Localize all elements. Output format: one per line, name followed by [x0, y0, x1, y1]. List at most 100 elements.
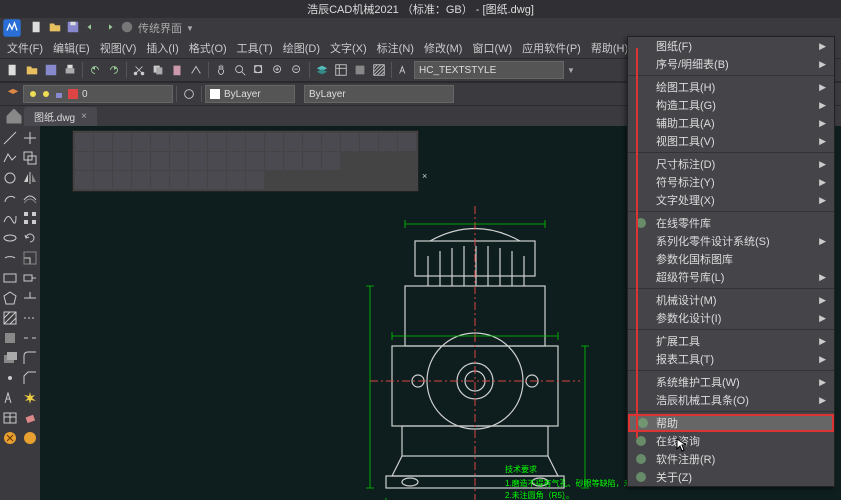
menu-3[interactable]: 插入(I) [141, 38, 183, 58]
ft-btn[interactable] [170, 171, 188, 189]
extend-icon[interactable] [22, 310, 38, 326]
trim-icon[interactable] [22, 290, 38, 306]
ft-btn[interactable] [265, 133, 283, 151]
offset-icon[interactable] [22, 190, 38, 206]
zoom-win-icon[interactable] [250, 61, 268, 79]
menu-item[interactable]: 参数化国标图库 [628, 250, 834, 268]
dropdown-icon[interactable]: ▼ [567, 66, 575, 75]
ft-btn[interactable] [170, 152, 188, 170]
ellipse-icon[interactable] [2, 230, 18, 246]
ft-btn[interactable] [246, 133, 264, 151]
menu-item[interactable]: 浩辰机械工具条(O)▶ [628, 391, 834, 409]
undo-icon[interactable] [84, 20, 98, 37]
ft-btn[interactable] [170, 133, 188, 151]
fillet-icon[interactable] [22, 350, 38, 366]
layer-combo[interactable]: 0 [23, 85, 173, 103]
ft-btn[interactable] [94, 133, 112, 151]
polygon-icon[interactable] [2, 290, 18, 306]
ft-btn[interactable] [284, 133, 302, 151]
ft-btn[interactable] [75, 152, 93, 170]
copy-icon[interactable] [22, 150, 38, 166]
text-icon[interactable] [2, 390, 18, 406]
open-icon[interactable] [48, 20, 62, 37]
ft-btn[interactable] [227, 133, 245, 151]
ft-btn[interactable] [189, 133, 207, 151]
menu-7[interactable]: 文字(X) [325, 38, 372, 58]
menu-4[interactable]: 格式(O) [184, 38, 232, 58]
home-icon[interactable] [4, 106, 24, 126]
ft-btn[interactable] [132, 171, 150, 189]
circle-icon[interactable] [2, 170, 18, 186]
save-icon[interactable] [66, 20, 80, 37]
ft-btn[interactable] [265, 152, 283, 170]
ft-btn[interactable] [360, 133, 378, 151]
ft-btn[interactable] [322, 152, 340, 170]
menu-item[interactable]: 超级符号库(L)▶ [628, 268, 834, 286]
line-icon[interactable] [2, 130, 18, 146]
menu-item[interactable]: 软件注册(R) [628, 450, 834, 468]
open-icon[interactable] [23, 61, 41, 79]
menu-item[interactable]: 绘图工具(H)▶ [628, 78, 834, 96]
menu-1[interactable]: 编辑(E) [48, 38, 95, 58]
ft-btn[interactable] [94, 171, 112, 189]
menu-item[interactable]: 符号标注(Y)▶ [628, 173, 834, 191]
polyline-icon[interactable] [2, 150, 18, 166]
array-icon[interactable] [22, 210, 38, 226]
stretch-icon[interactable] [22, 270, 38, 286]
menu-item[interactable]: 辅助工具(A)▶ [628, 114, 834, 132]
ft-btn[interactable] [113, 152, 131, 170]
menu-item[interactable]: 帮助 [628, 414, 834, 432]
explode-icon[interactable] [22, 390, 38, 406]
menu-item[interactable]: 图纸(F)▶ [628, 37, 834, 55]
ft-btn[interactable] [379, 133, 397, 151]
ft-btn[interactable] [94, 152, 112, 170]
doc-tab[interactable]: 图纸.dwg × [24, 107, 97, 126]
undo-icon[interactable] [86, 61, 104, 79]
menu-item[interactable]: 报表工具(T)▶ [628, 350, 834, 368]
layer-mgr-icon[interactable] [4, 85, 22, 103]
zoom-in-icon[interactable] [269, 61, 287, 79]
scale-icon[interactable] [22, 250, 38, 266]
ft-btn[interactable] [246, 171, 264, 189]
menu-item[interactable]: 在线咨询 [628, 432, 834, 450]
block-icon[interactable] [2, 350, 18, 366]
layers-icon[interactable] [313, 61, 331, 79]
ft-btn[interactable] [189, 152, 207, 170]
menu-item[interactable]: 尺寸标注(D)▶ [628, 155, 834, 173]
app-logo[interactable] [2, 18, 22, 38]
wipeout2-icon[interactable] [22, 430, 38, 446]
match-icon[interactable] [187, 61, 205, 79]
float-close-icon[interactable]: × [422, 171, 436, 185]
ft-btn[interactable] [246, 152, 264, 170]
chamfer-icon[interactable] [22, 370, 38, 386]
rect-icon[interactable] [2, 270, 18, 286]
ft-btn[interactable] [151, 152, 169, 170]
block-icon[interactable] [351, 61, 369, 79]
menu-11[interactable]: 应用软件(P) [517, 38, 586, 58]
menu-item[interactable]: 视图工具(V)▶ [628, 132, 834, 150]
ft-btn[interactable] [113, 171, 131, 189]
hatch-icon[interactable] [370, 61, 388, 79]
rotate-icon[interactable] [22, 230, 38, 246]
menu-8[interactable]: 标注(N) [372, 38, 419, 58]
ft-btn[interactable] [208, 171, 226, 189]
redo-icon[interactable] [102, 20, 116, 37]
workspace-icon[interactable] [120, 20, 134, 37]
text-icon[interactable] [395, 61, 413, 79]
point-icon[interactable] [2, 370, 18, 386]
menu-2[interactable]: 视图(V) [95, 38, 142, 58]
textstyle-combo[interactable]: HC_TEXTSTYLE [414, 61, 564, 79]
close-icon[interactable]: × [81, 111, 87, 122]
ft-btn[interactable] [322, 133, 340, 151]
ft-btn[interactable] [189, 171, 207, 189]
region-icon[interactable] [2, 330, 18, 346]
erase-icon[interactable] [22, 410, 38, 426]
menu-item[interactable]: 机械设计(M)▶ [628, 291, 834, 309]
pan-icon[interactable] [212, 61, 230, 79]
menu-item[interactable]: 参数化设计(I)▶ [628, 309, 834, 327]
ft-btn[interactable] [151, 171, 169, 189]
new-icon[interactable] [30, 20, 44, 37]
zoom-out-icon[interactable] [288, 61, 306, 79]
spline-icon[interactable] [2, 210, 18, 226]
dropdown-icon[interactable]: ▼ [186, 24, 194, 33]
